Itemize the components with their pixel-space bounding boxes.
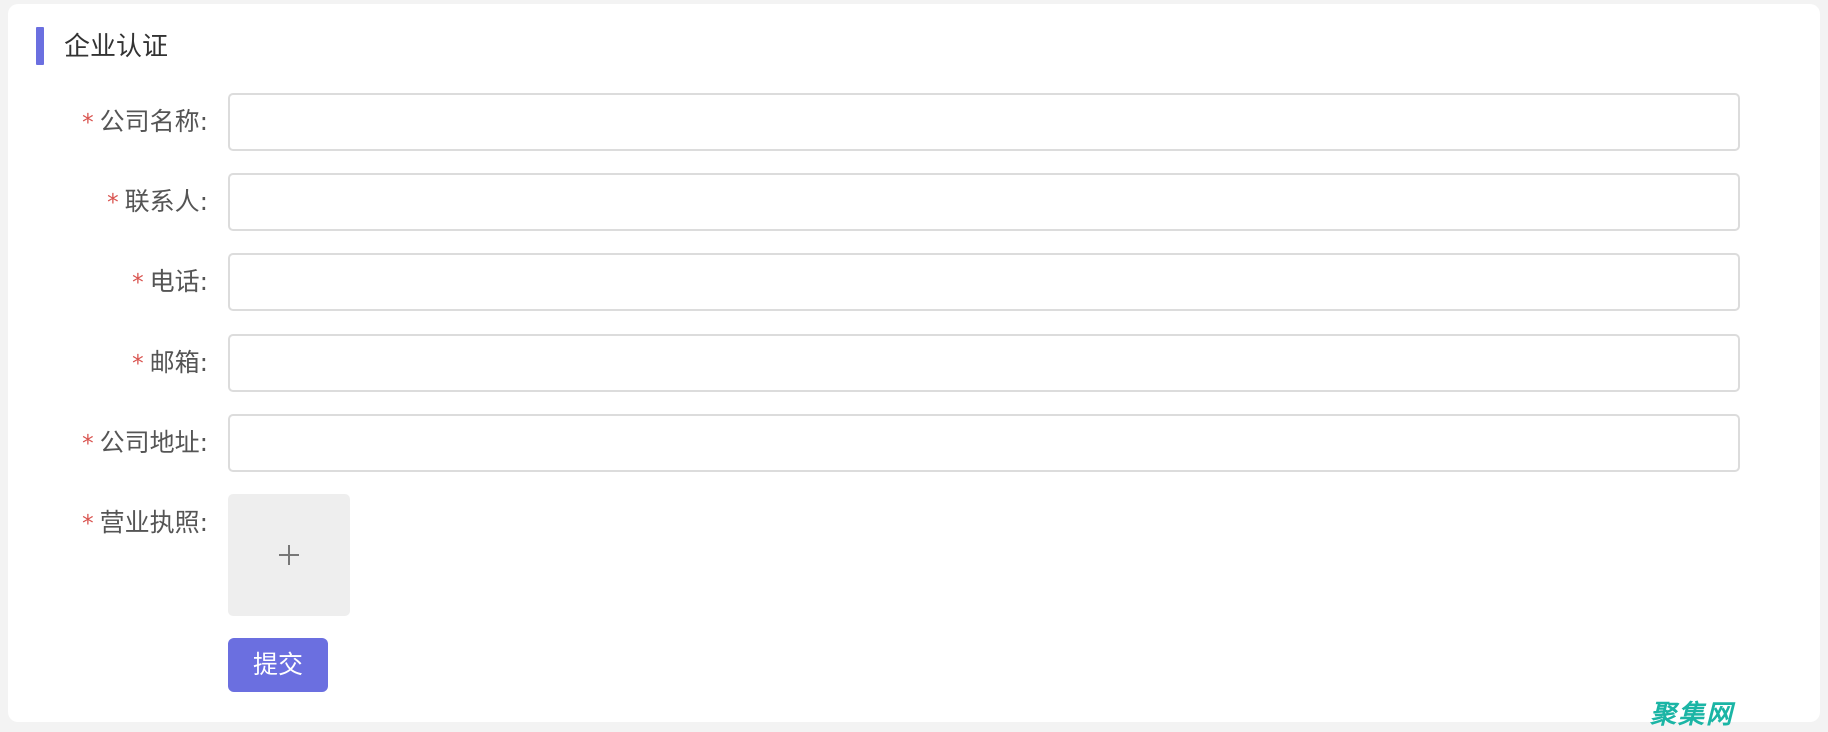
required-star: * (132, 270, 144, 296)
business-license-label: * 营业执照: (82, 494, 208, 552)
required-star: * (107, 190, 119, 216)
company-name-input[interactable] (228, 93, 1740, 151)
contact-label: * 联系人: (107, 173, 208, 231)
phone-label-text: 电话: (149, 267, 208, 296)
section-title-accent-bar (36, 27, 44, 65)
watermark-logo: 聚集网 (1650, 700, 1735, 730)
required-star: * (82, 511, 94, 537)
company-name-label-text: 公司名称: (99, 107, 208, 136)
form-row-email: * 邮箱: (8, 334, 1820, 392)
form-row-contact: * 联系人: (8, 173, 1820, 231)
company-address-input[interactable] (228, 414, 1740, 472)
form-row-phone: * 电话: (8, 253, 1820, 311)
email-input[interactable] (228, 334, 1740, 392)
company-address-label-text: 公司地址: (99, 428, 208, 457)
business-license-label-text: 营业执照: (99, 508, 208, 537)
submit-button[interactable]: 提交 (228, 638, 328, 692)
form-row-company-name: * 公司名称: (8, 93, 1820, 151)
phone-label: * 电话: (132, 253, 208, 311)
plus-icon (279, 545, 299, 565)
form-row-business-license: * 营业执照: (8, 494, 1820, 616)
required-star: * (82, 110, 94, 136)
required-star: * (82, 431, 94, 457)
company-name-label: * 公司名称: (82, 93, 208, 151)
required-star: * (132, 351, 144, 377)
section-title: 企业认证 (64, 32, 169, 62)
contact-label-text: 联系人: (124, 187, 208, 216)
enterprise-auth-card: 企业认证 *公司名称: *联系人: *电话: *邮箱: *公司地址: (8, 4, 1820, 730)
email-label-text: 邮箱: (149, 348, 208, 377)
form-row-company-address: * 公司地址: (8, 414, 1820, 472)
phone-input[interactable] (228, 253, 1740, 311)
company-address-label: * 公司地址: (82, 414, 208, 472)
contact-input[interactable] (228, 173, 1740, 231)
email-label: * 邮箱: (132, 334, 208, 392)
business-license-upload[interactable] (228, 494, 350, 616)
